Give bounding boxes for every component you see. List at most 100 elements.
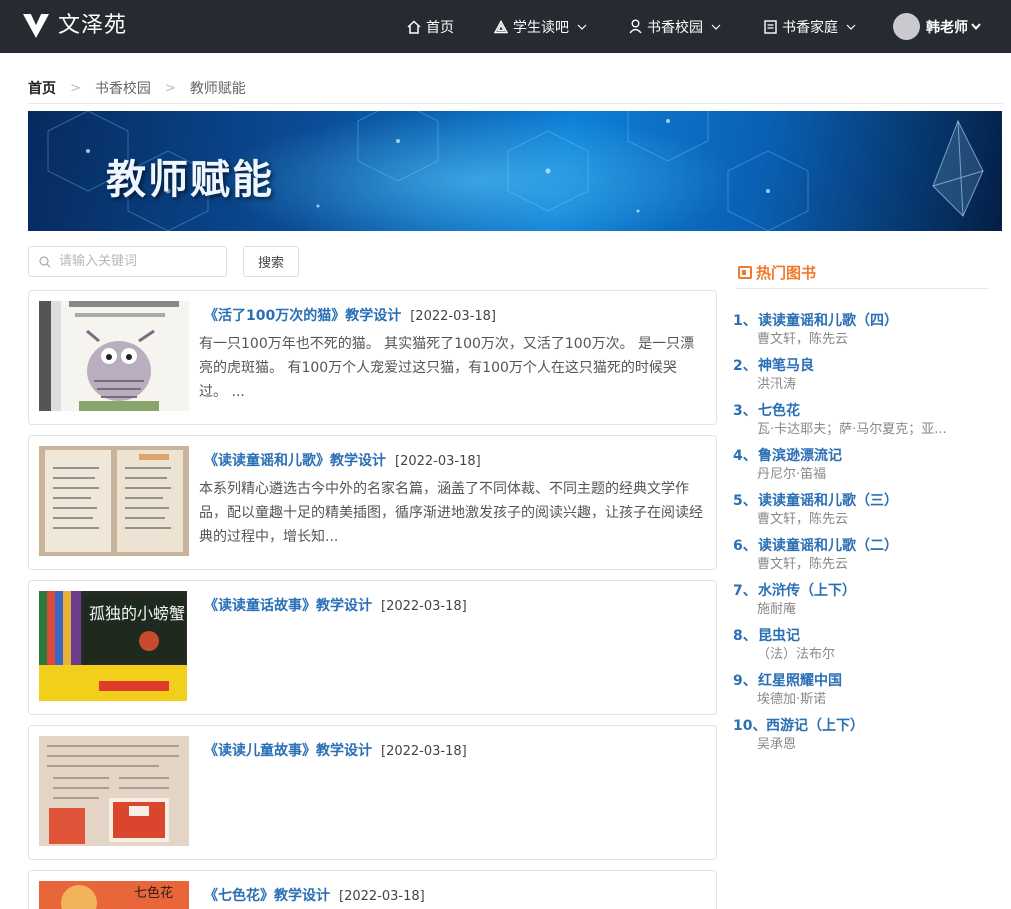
- breadcrumb-campus[interactable]: 书香校园: [95, 78, 151, 98]
- svg-text:七色花: 七色花: [134, 885, 173, 901]
- book-list-icon: [738, 266, 752, 279]
- hot-book-author: （法）法布尔: [757, 647, 836, 662]
- hot-book-title[interactable]: 读读童谣和儿歌（四）: [758, 310, 898, 330]
- worksheet-photo-thumbnail[interactable]: [39, 736, 189, 846]
- article-title-row: 《七色花》教学设计 [2022-03-18]: [204, 885, 425, 905]
- nav-scholarly-family-label: 书香家庭: [782, 19, 838, 36]
- banner-title: 教师赋能: [106, 157, 274, 203]
- hot-book-item[interactable]: 1、 读读童谣和儿歌（四） 曹文轩，陈先云: [733, 310, 993, 350]
- hot-book-title[interactable]: 红星照耀中国: [758, 670, 842, 690]
- search-button[interactable]: 搜索: [243, 246, 299, 277]
- article-description: 有一只100万年也不死的猫。 其实猫死了100万次，又活了100万次。 是一只漂…: [199, 336, 695, 400]
- hot-book-author: 吴承恩: [757, 737, 797, 752]
- article-date: [2022-03-18]: [381, 599, 467, 614]
- chevron-down-icon: [971, 23, 981, 30]
- cat-book-cover-thumbnail[interactable]: [39, 301, 189, 411]
- hot-book-author: 瓦·卡达耶夫；萨·马尔夏克；亚...: [757, 422, 947, 437]
- nav-home[interactable]: 首页: [407, 0, 454, 53]
- triangle-logo-icon: [494, 19, 508, 34]
- hot-book-author: 施耐庵: [757, 602, 797, 617]
- hot-book-rank: 9、: [733, 673, 757, 689]
- hot-book-title[interactable]: 西游记（上下）: [766, 715, 864, 735]
- hot-book-title[interactable]: 昆虫记: [758, 625, 800, 645]
- breadcrumb: 首页 > 书香校园 > 教师赋能: [28, 78, 246, 98]
- user-menu[interactable]: 韩老师: [893, 0, 981, 53]
- article-card[interactable]: 《读读童谣和儿歌》教学设计 [2022-03-18] 本系列精心遴选古今中外的名…: [28, 435, 717, 570]
- home-icon: [407, 19, 421, 34]
- hot-book-author: 丹尼尔·笛福: [757, 467, 827, 482]
- article-title[interactable]: 《读读童话故事》教学设计: [204, 595, 372, 615]
- hot-book-rank: 4、: [733, 448, 757, 464]
- hot-book-item[interactable]: 8、 昆虫记 （法）法布尔: [733, 625, 993, 665]
- article-title[interactable]: 《七色花》教学设计: [204, 885, 330, 905]
- hot-book-author: 曹文轩，陈先云: [757, 512, 849, 527]
- hot-book-rank: 8、: [733, 628, 757, 644]
- svg-text:孤独的小螃蟹: 孤独的小螃蟹: [89, 604, 185, 623]
- hot-book-rank: 2、: [733, 358, 757, 374]
- hot-book-item[interactable]: 5、 读读童谣和儿歌（三） 曹文轩，陈先云: [733, 490, 993, 530]
- hot-book-author: 洪汛涛: [757, 377, 797, 392]
- hot-book-item[interactable]: 10、 西游记（上下） 吴承恩: [733, 715, 993, 755]
- breadcrumb-current: 教师赋能: [189, 81, 246, 97]
- article-date: [2022-03-18]: [395, 454, 481, 469]
- hot-book-rank: 1、: [733, 313, 757, 329]
- hot-book-title[interactable]: 水浒传（上下）: [758, 580, 856, 600]
- page-banner: 教师赋能: [28, 111, 1002, 231]
- article-card[interactable]: 孤独的小螃蟹 《读读童话故事》教学设计 [2022-03-18]: [28, 580, 717, 715]
- nav-scholarly-campus[interactable]: 书香校园: [629, 0, 721, 53]
- book-icon: [764, 19, 777, 34]
- article-description: 本系列精心遴选古今中外的名家名篇，涵盖了不同体裁、不同主题的经典文学作品，配以童…: [199, 481, 703, 545]
- hot-book-item[interactable]: 2、 神笔马良 洪汛涛: [733, 355, 993, 395]
- divider: [28, 103, 1003, 104]
- hot-book-author: 曹文轩，陈先云: [757, 332, 849, 347]
- logo-v-icon: [23, 14, 49, 38]
- hot-book-title[interactable]: 七色花: [758, 400, 800, 420]
- article-card[interactable]: 七色花 《七色花》教学设计 [2022-03-18]: [28, 870, 717, 909]
- hot-book-rank: 3、: [733, 403, 757, 419]
- hot-book-title[interactable]: 鲁滨逊漂流记: [758, 445, 842, 465]
- hot-book-item[interactable]: 9、 红星照耀中国 埃德加·斯诺: [733, 670, 993, 710]
- hot-book-rank: 7、: [733, 583, 757, 599]
- divider: [736, 288, 989, 289]
- hot-book-title[interactable]: 读读童谣和儿歌（三）: [758, 490, 898, 510]
- hot-books-heading: 热门图书: [738, 262, 816, 283]
- chevron-down-icon: [577, 24, 587, 30]
- hot-book-item[interactable]: 7、 水浒传（上下） 施耐庵: [733, 580, 993, 620]
- open-book-pages-thumbnail[interactable]: [39, 446, 189, 556]
- search-input[interactable]: [57, 253, 211, 270]
- seven-color-flower-cover-thumbnail[interactable]: 七色花: [39, 881, 189, 909]
- logo[interactable]: 文泽苑: [22, 12, 127, 40]
- hot-book-item[interactable]: 6、 读读童谣和儿歌（二） 曹文轩，陈先云: [733, 535, 993, 575]
- chevron-down-icon: [846, 24, 856, 30]
- top-navbar: 文泽苑 首页 学生读吧 书香校园 书香家庭 韩老师: [0, 0, 1011, 53]
- hot-book-item[interactable]: 4、 鲁滨逊漂流记 丹尼尔·笛福: [733, 445, 993, 485]
- hot-book-rank: 5、: [733, 493, 757, 509]
- article-title-row: 《读读童谣和儿歌》教学设计 [2022-03-18]: [204, 450, 481, 470]
- hot-book-item[interactable]: 3、 七色花 瓦·卡达耶夫；萨·马尔夏克；亚...: [733, 400, 993, 440]
- nav-scholarly-family[interactable]: 书香家庭: [764, 0, 856, 53]
- user-name: 韩老师: [926, 19, 968, 36]
- chevron-down-icon: [711, 24, 721, 30]
- hot-book-title[interactable]: 读读童谣和儿歌（二）: [758, 535, 898, 555]
- search-icon: [39, 255, 51, 268]
- article-date: [2022-03-18]: [339, 889, 425, 904]
- book-box-set-thumbnail[interactable]: 孤独的小螃蟹: [39, 591, 187, 701]
- hot-books-title: 热门图书: [756, 264, 817, 282]
- article-title[interactable]: 《读读儿童故事》教学设计: [204, 740, 372, 760]
- breadcrumb-home[interactable]: 首页: [28, 78, 56, 98]
- hot-book-rank: 10、: [733, 718, 767, 734]
- article-title-row: 《读读儿童故事》教学设计 [2022-03-18]: [204, 740, 467, 760]
- nav-student-reading-label: 学生读吧: [513, 19, 569, 36]
- article-date: [2022-03-18]: [381, 744, 467, 759]
- nav-student-reading[interactable]: 学生读吧: [494, 0, 587, 53]
- article-title[interactable]: 《活了100万次的猫》教学设计: [204, 305, 401, 325]
- nav-home-label: 首页: [426, 19, 454, 36]
- nav-scholarly-campus-label: 书香校园: [647, 19, 703, 36]
- article-title-row: 《活了100万次的猫》教学设计 [2022-03-18]: [204, 305, 496, 325]
- hot-book-title[interactable]: 神笔马良: [758, 355, 814, 375]
- article-title[interactable]: 《读读童谣和儿歌》教学设计: [204, 450, 386, 470]
- article-card[interactable]: 《活了100万次的猫》教学设计 [2022-03-18] 有一只100万年也不死…: [28, 290, 717, 425]
- avatar: [893, 13, 920, 40]
- article-date: [2022-03-18]: [410, 309, 496, 324]
- article-card[interactable]: 《读读儿童故事》教学设计 [2022-03-18]: [28, 725, 717, 860]
